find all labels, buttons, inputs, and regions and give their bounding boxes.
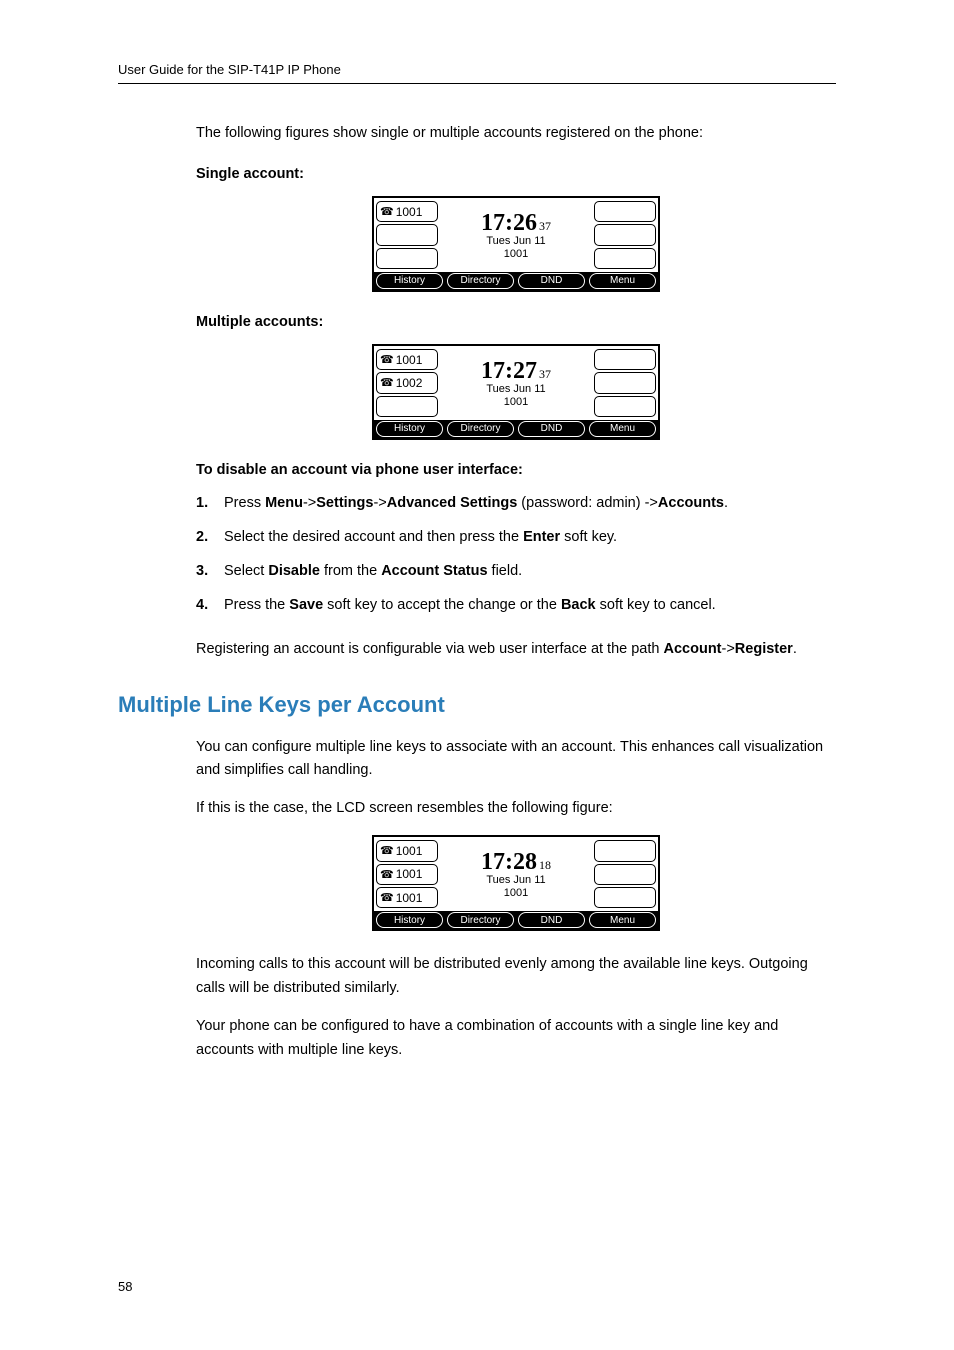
step-1: Press Menu->Settings->Advanced Settings … <box>196 492 836 516</box>
lcd-multiple-line-keys: ☎1001 ☎1001 ☎1001 17:2818 Tues Jun 11 10… <box>196 835 836 931</box>
intro-text: The following figures show single or mul… <box>196 122 836 146</box>
softkey-menu: Menu <box>589 912 656 928</box>
line-key-1: ☎1001 <box>376 349 438 370</box>
phone-icon: ☎ <box>380 844 394 857</box>
line-key-5 <box>594 224 656 245</box>
disable-heading: To disable an account via phone user int… <box>196 462 836 478</box>
line-key-3 <box>376 248 438 269</box>
softkey-dnd: DND <box>518 421 585 437</box>
lcd-time: 17:26 <box>481 210 537 237</box>
line-key-4 <box>594 201 656 222</box>
line-key-label: 1001 <box>396 205 423 219</box>
softkey-menu: Menu <box>589 421 656 437</box>
line-key-3: ☎1001 <box>376 887 438 908</box>
page-number: 58 <box>118 1279 132 1294</box>
line-key-4 <box>594 840 656 861</box>
mlk-para-3: Incoming calls to this account will be d… <box>196 953 836 1001</box>
line-key-6 <box>594 248 656 269</box>
lcd-date: Tues Jun 11 <box>486 383 545 395</box>
step-2: Select the desired account and then pres… <box>196 526 836 550</box>
phone-icon: ☎ <box>380 353 394 366</box>
register-note: Registering an account is configurable v… <box>196 638 836 662</box>
mlk-para-2: If this is the case, the LCD screen rese… <box>196 797 836 821</box>
line-key-5 <box>594 372 656 393</box>
lcd-extension: 1001 <box>504 248 528 260</box>
line-key-label: 1001 <box>396 353 423 367</box>
line-key-2 <box>376 224 438 245</box>
steps-list: Press Menu->Settings->Advanced Settings … <box>196 492 836 618</box>
softkey-history: History <box>376 273 443 289</box>
lcd-date: Tues Jun 11 <box>486 874 545 886</box>
line-key-label: 1001 <box>396 844 423 858</box>
multiple-accounts-label: Multiple accounts: <box>196 314 836 330</box>
line-key-3 <box>376 396 438 417</box>
lcd-date: Tues Jun 11 <box>486 235 545 247</box>
line-key-label: 1001 <box>396 891 423 905</box>
line-key-5 <box>594 864 656 885</box>
phone-icon: ☎ <box>380 868 394 881</box>
softkey-directory: Directory <box>447 912 514 928</box>
line-key-1: ☎1001 <box>376 201 438 222</box>
single-account-label: Single account: <box>196 166 836 182</box>
line-key-6 <box>594 396 656 417</box>
lcd-multiple-accounts: ☎1001 ☎1002 17:2737 Tues Jun 11 1001 <box>196 344 836 440</box>
softkey-dnd: DND <box>518 912 585 928</box>
phone-icon: ☎ <box>380 891 394 904</box>
line-key-4 <box>594 349 656 370</box>
lcd-extension: 1001 <box>504 396 528 408</box>
softkey-dnd: DND <box>518 273 585 289</box>
lcd-single-account: ☎1001 17:2637 Tues Jun 11 1001 <box>196 196 836 292</box>
line-key-2: ☎1002 <box>376 372 438 393</box>
lcd-time: 17:27 <box>481 358 537 385</box>
softkey-directory: Directory <box>447 273 514 289</box>
step-3: Select Disable from the Account Status f… <box>196 560 836 584</box>
line-key-1: ☎1001 <box>376 840 438 861</box>
lcd-time: 17:28 <box>481 849 537 876</box>
softkey-history: History <box>376 421 443 437</box>
page-header: User Guide for the SIP-T41P IP Phone <box>118 62 836 84</box>
line-key-6 <box>594 887 656 908</box>
step-4: Press the Save soft key to accept the ch… <box>196 594 836 618</box>
line-key-2: ☎1001 <box>376 864 438 885</box>
lcd-extension: 1001 <box>504 887 528 899</box>
softkey-directory: Directory <box>447 421 514 437</box>
section-heading: Multiple Line Keys per Account <box>118 692 836 718</box>
softkey-menu: Menu <box>589 273 656 289</box>
mlk-para-4: Your phone can be configured to have a c… <box>196 1015 836 1063</box>
line-key-label: 1002 <box>396 376 423 390</box>
mlk-para-1: You can configure multiple line keys to … <box>196 736 836 784</box>
lcd-seconds: 37 <box>539 367 551 382</box>
phone-icon: ☎ <box>380 205 394 218</box>
lcd-seconds: 37 <box>539 219 551 234</box>
softkey-history: History <box>376 912 443 928</box>
phone-icon: ☎ <box>380 376 394 389</box>
lcd-seconds: 18 <box>539 858 551 873</box>
line-key-label: 1001 <box>396 867 423 881</box>
